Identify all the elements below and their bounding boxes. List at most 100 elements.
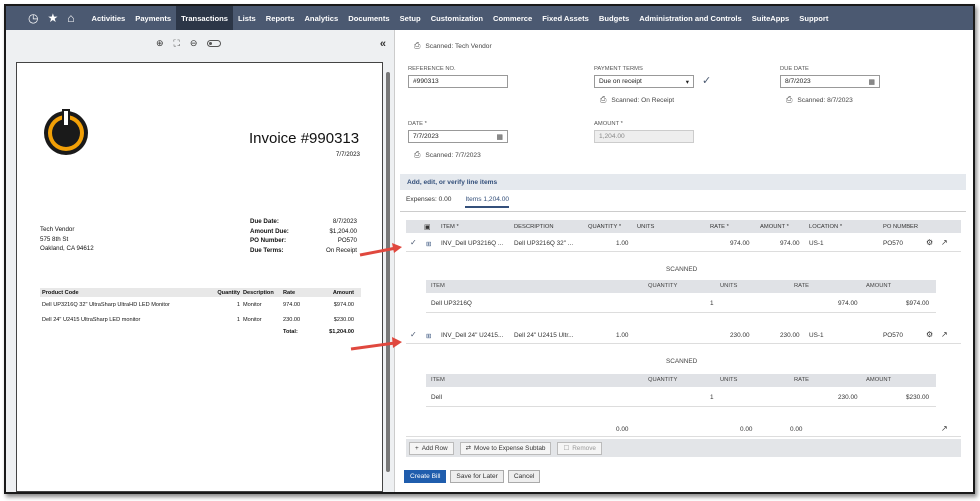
zoom-in-icon[interactable]: ⊕ [156, 38, 164, 49]
line-description[interactable]: Dell UP3216Q 32" ... [514, 240, 573, 247]
nav-item-budgets[interactable]: Budgets [594, 6, 634, 30]
line-amount[interactable]: 974.00 [780, 240, 800, 247]
calendar-icon[interactable]: ▦ [868, 78, 875, 86]
plus-icon: + [415, 444, 419, 452]
amount-value: 1,204.00 [599, 133, 625, 140]
tab-items[interactable]: Items 1,204.00 [465, 196, 510, 208]
invoice-terms: Due Date: 8/7/2023 Amount Due: $1,204.00 P… [250, 217, 357, 255]
reference-number-field[interactable]: #990313 [408, 75, 508, 88]
drag-handle-icon[interactable]: ⊞ [426, 332, 431, 340]
term-value: $1,204.00 [329, 227, 357, 235]
header-amount: Amount [332, 289, 354, 296]
due-date-field[interactable]: 8/7/2023 ▦ [780, 75, 880, 88]
fit-screen-icon[interactable]: ⛶ [174, 38, 180, 49]
printer-icon: ⎙ [414, 150, 421, 159]
toggle-icon[interactable] [207, 40, 222, 47]
line-po[interactable]: PO570 [883, 240, 903, 247]
date-label: DATE * [408, 121, 427, 127]
remove-button[interactable]: ☐ Remove [557, 441, 602, 455]
scanned-terms: ⎙ Scanned: On Receipt [600, 95, 674, 105]
scanned-item: Dell [431, 394, 443, 401]
scanned-title: SCANNED [666, 358, 698, 365]
line-item[interactable]: INV_Dell 24" U2415... [441, 332, 503, 339]
line-description[interactable]: Dell 24" U2415 Ultr... [514, 332, 573, 339]
line-quantity[interactable]: 1.00 [616, 240, 628, 247]
recent-history-icon[interactable]: ◷ [28, 12, 38, 24]
tab-divider [400, 211, 966, 212]
create-bill-button[interactable]: Create Bill [404, 470, 447, 483]
line-amount[interactable]: 230.00 [780, 332, 800, 339]
sub-header-rate: RATE [794, 377, 810, 383]
line-location[interactable]: US-1 [809, 240, 824, 247]
nav-item-administration[interactable]: Administration and Controls [634, 6, 747, 30]
scanned-date-text: Scanned: 7/7/2023 [425, 151, 481, 159]
collapse-panel-icon[interactable]: « [380, 38, 386, 50]
table-row[interactable]: ✓ ⊞ INV_Dell 24" U2415... Dell 24" U2415… [406, 328, 961, 344]
nav-item-suiteapps[interactable]: SuiteApps [747, 6, 795, 30]
home-icon[interactable]: ⌂ [67, 12, 74, 24]
select-all-checkbox-icon[interactable]: ▣ [424, 223, 431, 231]
nav-item-lists[interactable]: Lists [233, 6, 261, 30]
gear-icon[interactable]: ⚙ [926, 238, 933, 247]
payment-terms-select[interactable]: Due on receipt ▾ [594, 75, 694, 88]
gear-icon[interactable]: ⚙ [926, 330, 933, 339]
table-row[interactable]: ✓ ⊞ INV_Dell UP3216Q ... Dell UP3216Q 32… [406, 236, 961, 252]
line-location[interactable]: US-1 [809, 332, 824, 339]
open-external-icon[interactable]: ↗ [941, 238, 948, 247]
table-row: Dell UP3216Q 1 974.00 $974.00 [426, 295, 936, 313]
nav-item-commerce[interactable]: Commerce [488, 6, 537, 30]
scanned-date: ⎙ Scanned: 7/7/2023 [414, 150, 481, 160]
trash-icon: ☐ [563, 445, 570, 452]
zoom-out-icon[interactable]: ⊖ [190, 38, 198, 49]
term-label: Amount Due: [250, 227, 289, 235]
due-date-label: DUE DATE [780, 66, 809, 72]
save-for-later-button[interactable]: Save for Later [450, 470, 504, 483]
nav-item-transactions[interactable]: Transactions [176, 6, 234, 30]
nav-item-reports[interactable]: Reports [261, 6, 300, 30]
nav-item-analytics[interactable]: Analytics [299, 6, 343, 30]
nav-item-payments[interactable]: Payments [130, 6, 176, 30]
tab-expenses[interactable]: Expenses: 0.00 [406, 196, 451, 208]
cell-amount: $974.00 [333, 301, 354, 308]
printer-icon: ⎙ [600, 95, 607, 104]
line-item[interactable]: INV_Dell UP3216Q ... [441, 240, 503, 247]
invoice-product-table: Product Code Quantity Description Rate A… [40, 288, 361, 336]
line-quantity[interactable]: 1.00 [616, 332, 628, 339]
vendor-name: Tech Vendor [40, 226, 75, 233]
header-qty: Quantity [217, 289, 240, 296]
nav-item-customization[interactable]: Customization [426, 6, 488, 30]
open-external-icon[interactable]: ↗ [941, 330, 948, 339]
grid-header-po: PO NUMBER [883, 223, 919, 230]
scanned-item: Dell UP3216Q [431, 300, 472, 307]
move-expense-label: Move to Expense Subtab [474, 444, 546, 452]
sub-header-rate: RATE [794, 283, 810, 289]
nav-item-setup[interactable]: Setup [395, 6, 426, 30]
favorites-star-icon[interactable]: ★ [47, 12, 58, 24]
sub-header-item: ITEM [431, 377, 445, 383]
calendar-icon[interactable]: ▦ [496, 133, 503, 141]
preview-scrollbar[interactable] [386, 72, 390, 472]
total-row: Total: $1,204.00 [40, 327, 361, 336]
checkmark-icon: ✓ [410, 238, 417, 247]
nav-item-fixed-assets[interactable]: Fixed Assets [537, 6, 594, 30]
chevron-down-icon: ▾ [685, 78, 689, 86]
nav-item-activities[interactable]: Activities [87, 6, 131, 30]
product-table-header: Product Code Quantity Description Rate A… [40, 288, 361, 297]
nav-item-documents[interactable]: Documents [343, 6, 394, 30]
open-external-icon[interactable]: ↗ [941, 424, 948, 433]
ref-value: #990313 [413, 78, 439, 85]
cell-qty: 1 [236, 301, 240, 308]
line-rate[interactable]: 974.00 [730, 240, 750, 247]
cancel-button[interactable]: Cancel [507, 470, 541, 483]
add-row-button[interactable]: + Add Row [409, 441, 454, 455]
nav-item-support[interactable]: Support [794, 6, 833, 30]
drag-handle-icon[interactable]: ⊞ [426, 240, 431, 248]
line-items-section-header[interactable]: Add, edit, or verify line items [400, 174, 966, 190]
sub-header-quantity: QUANTITY [648, 283, 678, 289]
date-field[interactable]: 7/7/2023 ▦ [408, 130, 508, 143]
move-to-expense-button[interactable]: ⇄ Move to Expense Subtab [459, 441, 552, 455]
line-po[interactable]: PO570 [883, 332, 903, 339]
remove-label: Remove [572, 444, 596, 452]
line-rate[interactable]: 230.00 [730, 332, 750, 339]
grid-action-bar: + Add Row ⇄ Move to Expense Subtab ☐ Rem… [406, 439, 961, 457]
